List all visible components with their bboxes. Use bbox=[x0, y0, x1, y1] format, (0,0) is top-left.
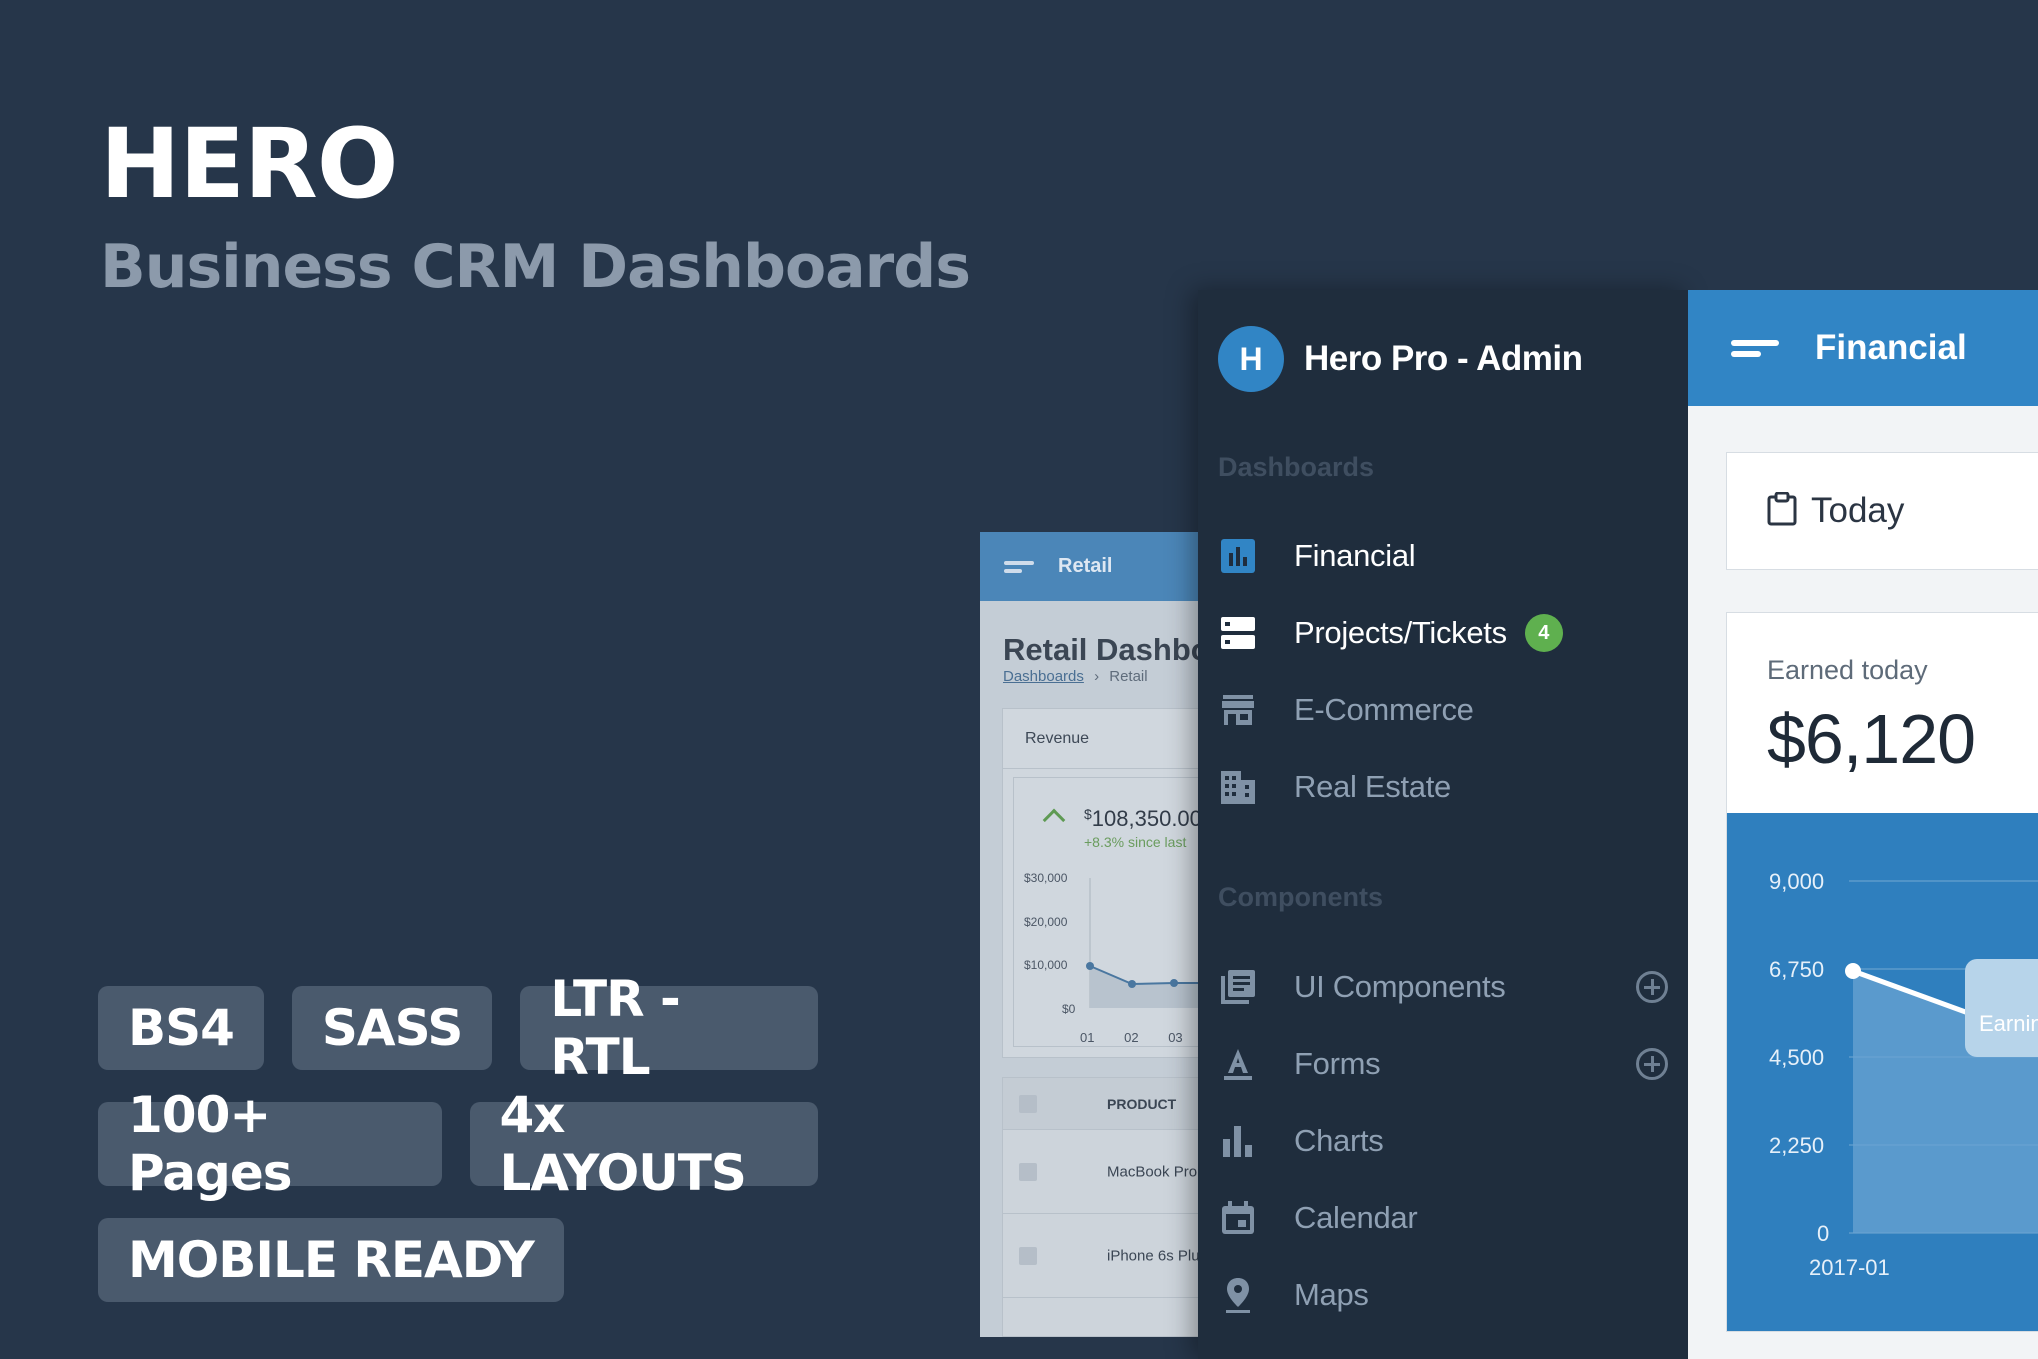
earnings-chart: 9,000 6,750 4,500 2,250 0 2017-01 Earnin… bbox=[1727, 813, 2038, 1331]
row-checkbox[interactable] bbox=[1019, 1246, 1037, 1265]
revenue-x-ticks: 01 02 03 bbox=[1080, 1030, 1183, 1045]
badge-sass: SASS bbox=[291, 986, 493, 1070]
section-label-components: Components bbox=[1218, 882, 1383, 912]
menu-icon[interactable] bbox=[1731, 335, 1779, 362]
hero-title: HERO bbox=[100, 108, 398, 220]
earnings-x-tick: 2017-01 bbox=[1809, 1255, 1890, 1280]
today-label: Today bbox=[1811, 491, 1905, 530]
server-icon bbox=[1218, 613, 1258, 653]
feature-badges: BS4 SASS LTR - RTL 100+ Pages 4x LAYOUTS… bbox=[98, 970, 818, 1334]
badge-pages: 100+ Pages bbox=[98, 1086, 442, 1202]
revenue-y-tick: $20,000 bbox=[1024, 915, 1068, 929]
table-header-row: PRODUCT bbox=[1003, 1078, 1200, 1130]
text-format-icon bbox=[1218, 1044, 1258, 1084]
table-cell-product: MacBook Pro bbox=[1107, 1163, 1198, 1180]
bar-chart-icon bbox=[1218, 536, 1258, 576]
retail-topbar-label: Retail bbox=[1058, 555, 1113, 577]
financial-main: Financial Today Earned today $6,120 9,00… bbox=[1688, 290, 2038, 1359]
sidebar-item-label: E-Commerce bbox=[1294, 692, 1474, 727]
main-title: Financial bbox=[1815, 328, 1967, 367]
earned-today-label: Earned today bbox=[1767, 655, 1928, 685]
badge-layouts: 4x LAYOUTS bbox=[469, 1086, 818, 1202]
retail-window: Retail Retail Dashboard Dashboards › Ret… bbox=[980, 532, 1200, 1337]
earnings-y-tick: 9,000 bbox=[1769, 869, 1824, 894]
sidebar-item-real-estate[interactable]: Real Estate bbox=[1218, 757, 1668, 817]
sidebar-item-maps[interactable]: Maps bbox=[1218, 1265, 1668, 1325]
sidebar-item-label: Financial bbox=[1294, 538, 1416, 573]
section-label-dashboards: Dashboards bbox=[1218, 452, 1375, 482]
store-icon bbox=[1218, 690, 1258, 730]
expand-plus-icon[interactable] bbox=[1636, 1048, 1668, 1080]
product-table: PRODUCT MacBook Pro iPhone 6s Plus bbox=[1002, 1077, 1200, 1337]
expand-plus-icon[interactable] bbox=[1636, 971, 1668, 1003]
earnings-y-tick: 6,750 bbox=[1769, 957, 1824, 982]
badge-bs4: BS4 bbox=[98, 986, 264, 1070]
row-checkbox[interactable] bbox=[1019, 1162, 1037, 1181]
sidebar-item-calendar[interactable]: Calendar bbox=[1218, 1188, 1668, 1248]
map-pin-icon bbox=[1218, 1275, 1258, 1315]
earnings-card: Earned today $6,120 9,000 6,750 4,500 2,… bbox=[1726, 612, 2038, 1332]
earnings-y-tick: 4,500 bbox=[1769, 1045, 1824, 1070]
avatar: H bbox=[1218, 326, 1284, 392]
clipboard-icon bbox=[1767, 491, 1797, 531]
revenue-y-tick: $0 bbox=[1062, 1002, 1076, 1016]
sidebar-item-e-commerce[interactable]: E-Commerce bbox=[1218, 680, 1668, 740]
revenue-card-title: Revenue bbox=[1003, 709, 1200, 769]
sidebar-item-label: Forms bbox=[1294, 1046, 1381, 1081]
revenue-chart: $30,000 $20,000 $10,000 $0 01 bbox=[1024, 871, 1200, 1016]
sidebar-item-financial[interactable]: Financial bbox=[1218, 526, 1668, 586]
sidebar-item-label: UI Components bbox=[1294, 969, 1506, 1004]
calendar-icon bbox=[1218, 1198, 1258, 1238]
breadcrumb-separator: › bbox=[1094, 668, 1100, 685]
hero-subtitle: Business CRM Dashboards bbox=[100, 232, 971, 302]
sidebar-item-label: Projects/Tickets bbox=[1294, 615, 1507, 650]
page-title: Retail Dashboard bbox=[1003, 632, 1200, 667]
select-all-checkbox[interactable] bbox=[1019, 1094, 1037, 1113]
menu-icon[interactable] bbox=[1004, 557, 1034, 577]
sidebar-item-charts[interactable]: Charts bbox=[1218, 1111, 1668, 1171]
sidebar: H Hero Pro - Admin Dashboards Financial … bbox=[1198, 290, 1688, 1359]
chart-tooltip: Earnings bbox=[1965, 959, 2038, 1057]
earnings-y-tick: 0 bbox=[1817, 1221, 1829, 1246]
library-icon bbox=[1218, 967, 1258, 1007]
revenue-panel: $108,350.00 +8.3% since last $30,000 $20… bbox=[1013, 777, 1200, 1047]
building-icon bbox=[1218, 767, 1258, 807]
retail-topbar: Retail bbox=[980, 532, 1200, 601]
sidebar-item-label: Real Estate bbox=[1294, 769, 1451, 804]
brand-name: Hero Pro - Admin bbox=[1304, 339, 1583, 378]
breadcrumb-current: Retail bbox=[1109, 668, 1148, 685]
badge-mobile-ready: MOBILE READY bbox=[98, 1218, 564, 1302]
trend-up-icon bbox=[1042, 808, 1066, 832]
revenue-y-tick: $10,000 bbox=[1024, 958, 1068, 972]
sidebar-item-label: Calendar bbox=[1294, 1200, 1418, 1235]
sidebar-item-label: Maps bbox=[1294, 1277, 1369, 1312]
earnings-y-tick: 2,250 bbox=[1769, 1133, 1824, 1158]
main-topbar: Financial bbox=[1688, 290, 2038, 406]
table-cell-product: iPhone 6s Plus bbox=[1107, 1247, 1200, 1264]
earned-today-value: $6,120 bbox=[1767, 700, 1976, 778]
badge-ltr-rtl: LTR - RTL bbox=[520, 970, 818, 1086]
breadcrumb: Dashboards › Retail bbox=[1003, 668, 1148, 685]
tooltip-label: Earnings bbox=[1979, 1011, 2038, 1036]
revenue-y-tick: $30,000 bbox=[1024, 871, 1068, 885]
breadcrumb-link[interactable]: Dashboards bbox=[1003, 668, 1084, 685]
sidebar-item-projects-tickets[interactable]: Projects/Tickets 4 bbox=[1218, 603, 1668, 663]
revenue-delta: +8.3% since last bbox=[1084, 834, 1187, 850]
chart-icon bbox=[1218, 1121, 1258, 1161]
sidebar-item-forms[interactable]: Forms bbox=[1218, 1034, 1668, 1094]
sidebar-item-ui-components[interactable]: UI Components bbox=[1218, 957, 1668, 1017]
sidebar-item-label: Charts bbox=[1294, 1123, 1384, 1158]
brand[interactable]: H Hero Pro - Admin bbox=[1218, 326, 1583, 392]
revenue-amount: $108,350.00 bbox=[1084, 806, 1200, 831]
revenue-card: Revenue $108,350.00 +8.3% since last $30… bbox=[1002, 708, 1200, 1058]
date-filter-today[interactable]: Today bbox=[1726, 452, 2038, 570]
table-header-product: PRODUCT bbox=[1107, 1095, 1177, 1112]
table-row[interactable]: MacBook Pro bbox=[1003, 1130, 1200, 1214]
tickets-count-badge: 4 bbox=[1524, 614, 1563, 652]
table-row[interactable]: iPhone 6s Plus bbox=[1003, 1214, 1200, 1298]
